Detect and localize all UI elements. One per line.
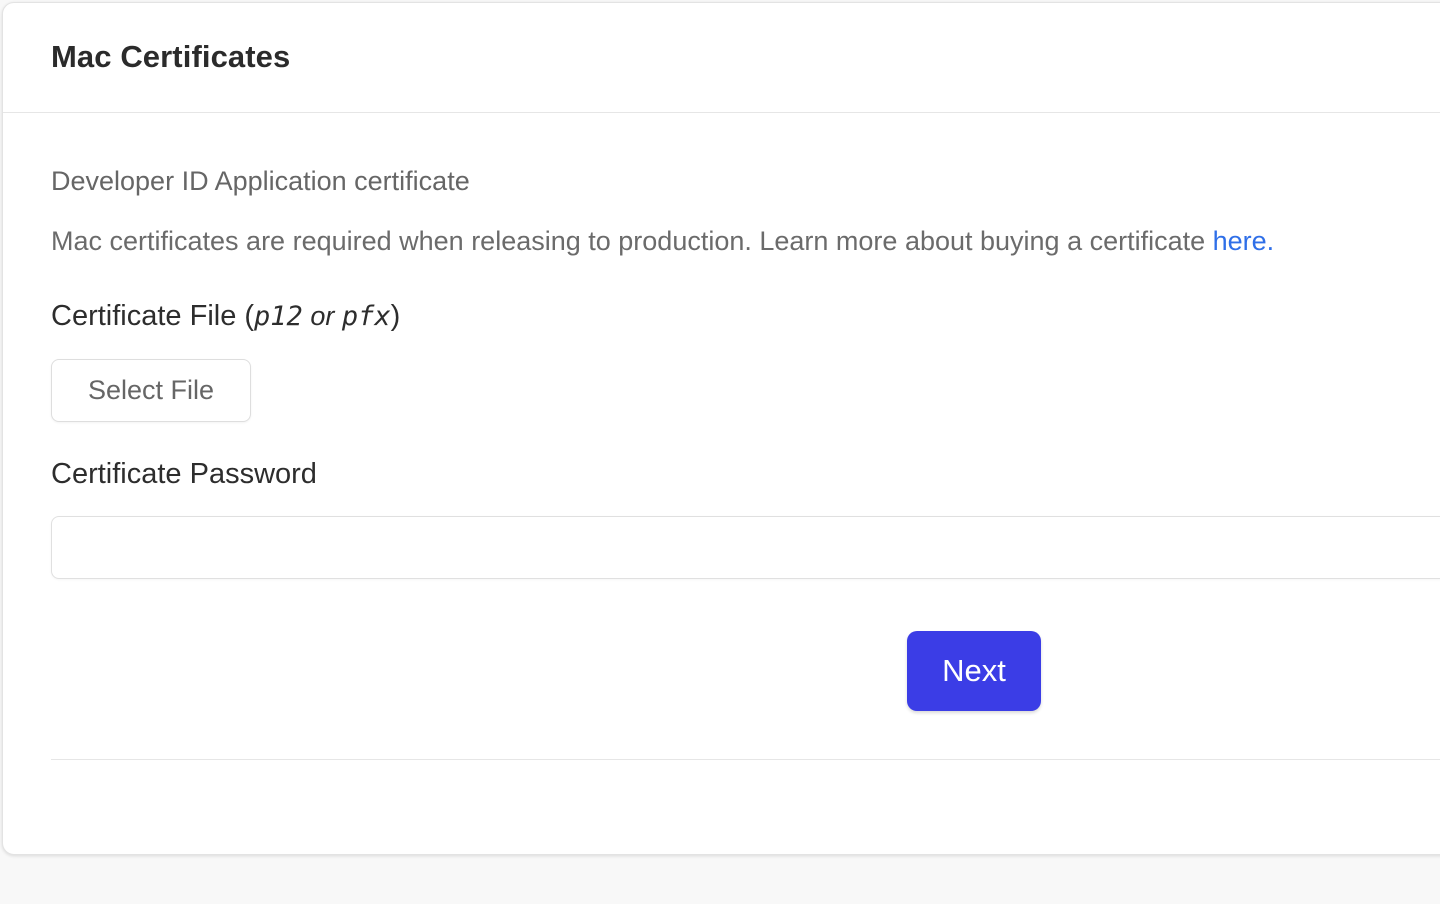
file-label-suffix: ) bbox=[390, 300, 401, 332]
next-button[interactable]: Next bbox=[907, 631, 1041, 711]
certificate-file-label: Certificate File (p12 or pfx) bbox=[51, 300, 400, 333]
file-ext-pfx: pfx bbox=[341, 301, 391, 332]
certificate-password-input[interactable] bbox=[51, 516, 1440, 579]
file-ext-or: or bbox=[302, 301, 342, 331]
description-text: Mac certificates are required when relea… bbox=[51, 226, 1213, 256]
file-ext-p12: p12 bbox=[254, 301, 303, 332]
page-title: Mac Certificates bbox=[51, 39, 291, 74]
learn-more-link[interactable]: here. bbox=[1213, 226, 1275, 256]
card-header: Mac Certificates bbox=[3, 3, 1440, 113]
select-file-button[interactable]: Select File bbox=[51, 359, 251, 422]
certificate-card: Mac Certificates Developer ID Applicatio… bbox=[2, 2, 1440, 855]
section-title: Developer ID Application certificate bbox=[51, 166, 470, 196]
footer-divider bbox=[51, 759, 1440, 760]
file-label-prefix: Certificate File ( bbox=[51, 300, 255, 332]
section-description: Mac certificates are required when relea… bbox=[51, 226, 1274, 257]
certificate-password-label: Certificate Password bbox=[51, 458, 317, 490]
